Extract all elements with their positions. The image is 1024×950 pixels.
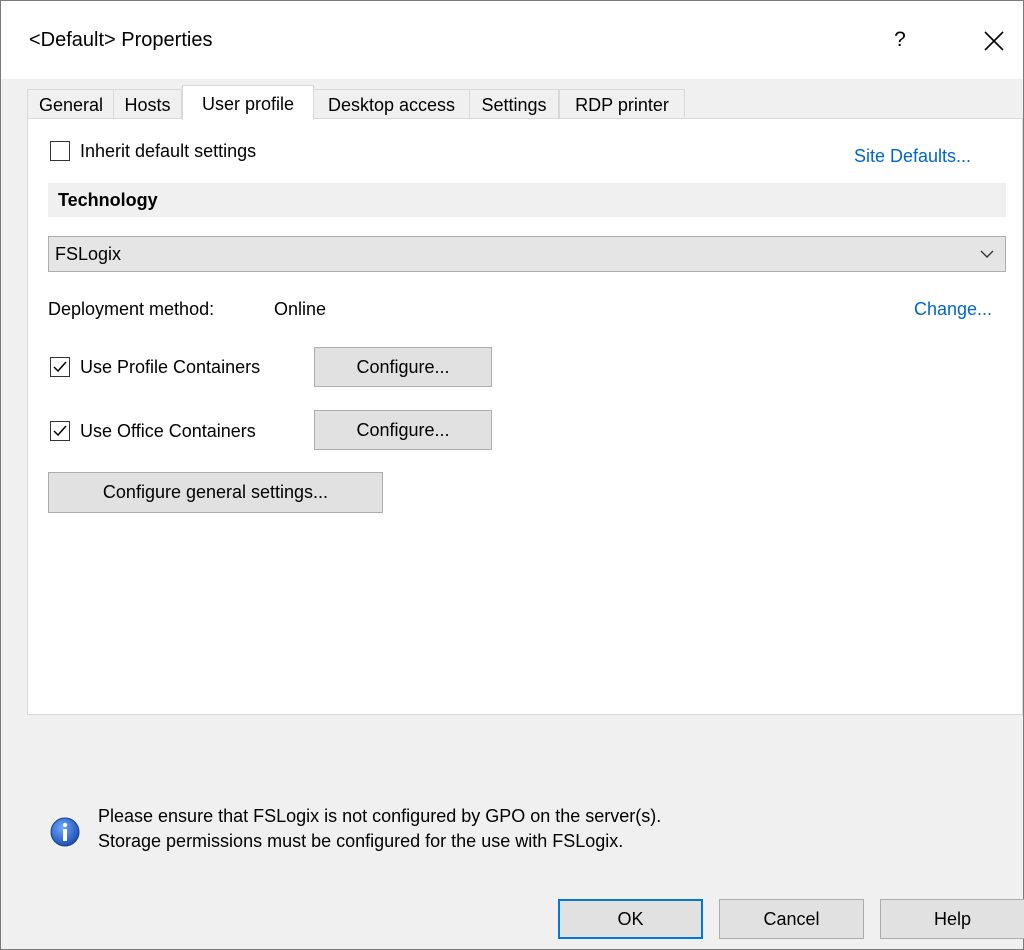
use-profile-containers-label: Use Profile Containers <box>80 357 261 377</box>
configure-general-settings-button[interactable]: Configure general settings... <box>48 472 383 513</box>
close-icon <box>984 31 1004 51</box>
tab-user-profile[interactable]: User profile <box>182 85 314 120</box>
title-bar: <Default> Properties ? <box>1 1 1023 79</box>
use-office-containers-label: Use Office Containers <box>80 421 256 441</box>
user-profile-panel: Inherit default settings Site Defaults..… <box>27 118 1023 851</box>
checkmark-icon <box>53 361 67 373</box>
configure-office-containers-button[interactable]: Configure... <box>314 410 492 450</box>
deployment-method-label: Deployment method: <box>48 299 215 319</box>
checkmark-icon <box>53 425 67 437</box>
technology-select-value: FSLogix <box>55 244 122 264</box>
info-message-line-2: Storage permissions must be configured f… <box>98 831 624 851</box>
tab-general[interactable]: General <box>27 89 115 120</box>
site-defaults-link[interactable]: Site Defaults... <box>854 146 971 167</box>
ok-button[interactable]: OK <box>558 899 703 939</box>
close-button[interactable] <box>977 23 1011 59</box>
help-button[interactable]: Help <box>880 899 1024 939</box>
window-title: <Default> Properties <box>29 29 213 51</box>
info-message-line-1: Please ensure that FSLogix is not config… <box>98 806 662 826</box>
tab-rdp-printer[interactable]: RDP printer <box>559 89 685 120</box>
cancel-button[interactable]: Cancel <box>719 899 864 939</box>
tab-settings[interactable]: Settings <box>469 89 559 120</box>
chevron-down-icon <box>980 250 994 258</box>
help-title-button[interactable]: ? <box>885 23 915 57</box>
tab-hosts[interactable]: Hosts <box>113 89 182 120</box>
change-deployment-link[interactable]: Change... <box>914 299 992 320</box>
properties-dialog: <Default> Properties ? General Hosts Use… <box>0 0 1024 950</box>
tab-desktop-access[interactable]: Desktop access <box>313 89 470 120</box>
technology-section-header: Technology <box>48 183 1006 217</box>
use-office-containers-checkbox[interactable] <box>50 421 70 441</box>
technology-select[interactable]: FSLogix <box>48 236 1006 272</box>
tab-strip: General Hosts User profile Desktop acces… <box>27 85 1023 120</box>
use-profile-containers-checkbox[interactable] <box>50 357 70 377</box>
inherit-default-label: Inherit default settings <box>80 141 257 161</box>
deployment-method-value: Online <box>274 299 327 319</box>
configure-profile-containers-button[interactable]: Configure... <box>314 347 492 387</box>
info-icon <box>50 817 80 847</box>
inherit-default-checkbox[interactable] <box>50 141 70 161</box>
